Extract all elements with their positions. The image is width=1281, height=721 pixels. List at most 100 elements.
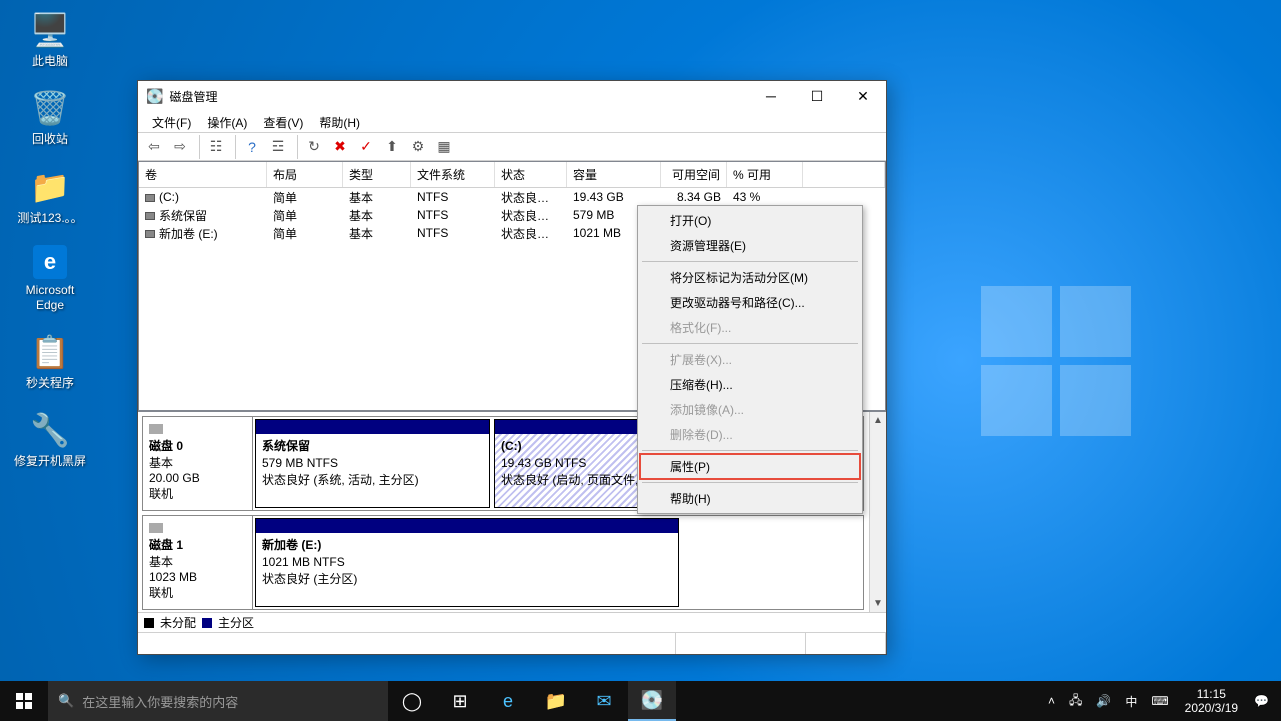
desktop-icons: 🖥️ 此电脑 🗑️ 回收站 📁 测试123.。。 e Microsoft Edg… xyxy=(10,10,90,489)
titlebar[interactable]: 💽 磁盘管理 ─ ☐ ✕ xyxy=(138,81,886,111)
scroll-down-arrow[interactable]: ▼ xyxy=(870,595,886,612)
minimize-button[interactable]: ─ xyxy=(748,81,794,111)
col-status[interactable]: 状态 xyxy=(495,162,567,187)
col-spacer xyxy=(803,162,885,187)
col-capacity[interactable]: 容量 xyxy=(567,162,661,187)
taskbar-edge[interactable]: e xyxy=(484,681,532,721)
desktop-icon-edge[interactable]: e Microsoft Edge xyxy=(10,245,90,312)
vertical-scrollbar[interactable]: ▲ ▼ xyxy=(869,412,886,612)
menu-help[interactable]: 帮助(H) xyxy=(311,111,368,132)
search-placeholder: 在这里输入你要搜索的内容 xyxy=(82,692,238,711)
col-free[interactable]: 可用空间 xyxy=(661,162,727,187)
ctx-open[interactable]: 打开(O) xyxy=(640,208,860,233)
clock-date: 2020/3/19 xyxy=(1185,701,1238,715)
taskbar-mail[interactable]: ✉ xyxy=(580,681,628,721)
desktop-icon-folder-test[interactable]: 📁 测试123.。。 xyxy=(10,167,90,225)
check-button[interactable]: ✓ xyxy=(354,135,378,159)
partition[interactable]: 系统保留579 MB NTFS状态良好 (系统, 活动, 主分区) xyxy=(255,419,490,508)
tray-chevron-icon[interactable]: ˄ xyxy=(1044,694,1059,708)
refresh-button[interactable]: ↻ xyxy=(302,135,326,159)
taskbar-disk-mgmt[interactable]: 💽 xyxy=(628,681,676,721)
icon-label: Microsoft Edge xyxy=(10,283,90,312)
tray-volume-icon[interactable]: 🔊 xyxy=(1092,694,1115,708)
col-volume[interactable]: 卷 xyxy=(139,162,267,187)
maximize-button[interactable]: ☐ xyxy=(794,81,840,111)
legend-swatch-primary xyxy=(202,618,212,628)
menu-action[interactable]: 操作(A) xyxy=(199,111,255,132)
more-button[interactable]: ▦ xyxy=(432,135,456,159)
disk-label[interactable]: 磁盘 1基本1023 MB联机 xyxy=(143,516,253,609)
separator xyxy=(642,482,858,483)
properties-button[interactable]: ⚙ xyxy=(406,135,430,159)
partition[interactable]: 新加卷 (E:)1021 MB NTFS状态良好 (主分区) xyxy=(255,518,679,607)
icon-label: 测试123.。。 xyxy=(17,211,82,225)
taskbar: 🔍 在这里输入你要搜索的内容 ◯ ⊞ e 📁 ✉ 💽 ˄ 🖧 🔊 中 ⌨ 11:… xyxy=(0,681,1281,721)
ctx-explorer[interactable]: 资源管理器(E) xyxy=(640,233,860,258)
forward-button[interactable]: ⇨ xyxy=(168,135,192,159)
separator xyxy=(642,261,858,262)
list-view-button[interactable]: ☲ xyxy=(266,135,290,159)
legend: 未分配 主分区 xyxy=(138,612,886,632)
action-center-icon[interactable]: 💬 xyxy=(1250,694,1273,708)
desktop-icon-app1[interactable]: 📋 秒关程序 xyxy=(10,332,90,390)
edge-icon: e xyxy=(33,245,67,279)
col-percent[interactable]: % 可用 xyxy=(727,162,803,187)
legend-swatch-unallocated xyxy=(144,618,154,628)
ctx-extend: 扩展卷(X)... xyxy=(640,347,860,372)
menubar: 文件(F) 操作(A) 查看(V) 帮助(H) xyxy=(138,111,886,133)
show-hide-tree-button[interactable]: ☷ xyxy=(204,135,228,159)
ctx-help[interactable]: 帮助(H) xyxy=(640,486,860,511)
attach-vhd-button[interactable]: ⬆ xyxy=(380,135,404,159)
system-tray: ˄ 🖧 🔊 中 ⌨ 11:15 2020/3/19 💬 xyxy=(1036,687,1281,716)
cortana-button[interactable]: ◯ xyxy=(388,681,436,721)
separator xyxy=(642,343,858,344)
app-icon: 🔧 xyxy=(30,410,70,450)
ctx-mark-active[interactable]: 将分区标记为活动分区(M) xyxy=(640,265,860,290)
menu-file[interactable]: 文件(F) xyxy=(144,111,199,132)
recycle-bin-icon: 🗑️ xyxy=(30,88,70,128)
scroll-up-arrow[interactable]: ▲ xyxy=(870,412,886,429)
col-layout[interactable]: 布局 xyxy=(267,162,343,187)
statusbar xyxy=(138,632,886,654)
legend-label-unallocated: 未分配 xyxy=(160,614,196,631)
separator xyxy=(294,135,298,159)
ctx-delete: 删除卷(D)... xyxy=(640,422,860,447)
close-button[interactable]: ✕ xyxy=(840,81,886,111)
separator xyxy=(196,135,200,159)
statusbar-panel xyxy=(806,633,886,654)
search-icon: 🔍 xyxy=(58,693,74,709)
tray-ime[interactable]: 中 xyxy=(1121,693,1141,710)
col-filesystem[interactable]: 文件系统 xyxy=(411,162,495,187)
desktop-icon-app2[interactable]: 🔧 修复开机黑屏 xyxy=(10,410,90,468)
help-button[interactable]: ? xyxy=(240,135,264,159)
clock-time: 11:15 xyxy=(1185,687,1238,701)
taskbar-explorer[interactable]: 📁 xyxy=(532,681,580,721)
ctx-change-letter[interactable]: 更改驱动器号和路径(C)... xyxy=(640,290,860,315)
ctx-properties[interactable]: 属性(P) xyxy=(640,454,860,479)
delete-button[interactable]: ✖ xyxy=(328,135,352,159)
volume-list-header: 卷 布局 类型 文件系统 状态 容量 可用空间 % 可用 xyxy=(139,162,885,188)
icon-label: 修复开机黑屏 xyxy=(14,454,86,468)
taskbar-search[interactable]: 🔍 在这里输入你要搜索的内容 xyxy=(48,681,388,721)
icon-label: 回收站 xyxy=(32,132,68,146)
app-icon: 💽 xyxy=(146,88,163,105)
legend-label-primary: 主分区 xyxy=(218,614,254,631)
desktop-icon-this-pc[interactable]: 🖥️ 此电脑 xyxy=(10,10,90,68)
tray-keyboard-icon[interactable]: ⌨ xyxy=(1147,694,1172,708)
col-type[interactable]: 类型 xyxy=(343,162,411,187)
icon-label: 此电脑 xyxy=(32,54,68,68)
desktop-icon-recycle-bin[interactable]: 🗑️ 回收站 xyxy=(10,88,90,146)
disk-label[interactable]: 磁盘 0基本20.00 GB联机 xyxy=(143,417,253,510)
icon-label: 秒关程序 xyxy=(26,376,74,390)
start-button[interactable] xyxy=(0,681,48,721)
statusbar-panel xyxy=(676,633,806,654)
ctx-shrink[interactable]: 压缩卷(H)... xyxy=(640,372,860,397)
menu-view[interactable]: 查看(V) xyxy=(255,111,311,132)
task-view-button[interactable]: ⊞ xyxy=(436,681,484,721)
ctx-format: 格式化(F)... xyxy=(640,315,860,340)
back-button[interactable]: ⇦ xyxy=(142,135,166,159)
taskbar-clock[interactable]: 11:15 2020/3/19 xyxy=(1185,687,1238,716)
tray-network-icon[interactable]: 🖧 xyxy=(1065,691,1086,712)
volume-row[interactable]: (C:)简单基本NTFS状态良好 (...19.43 GB8.34 GB43 % xyxy=(139,188,885,206)
ctx-mirror: 添加镜像(A)... xyxy=(640,397,860,422)
